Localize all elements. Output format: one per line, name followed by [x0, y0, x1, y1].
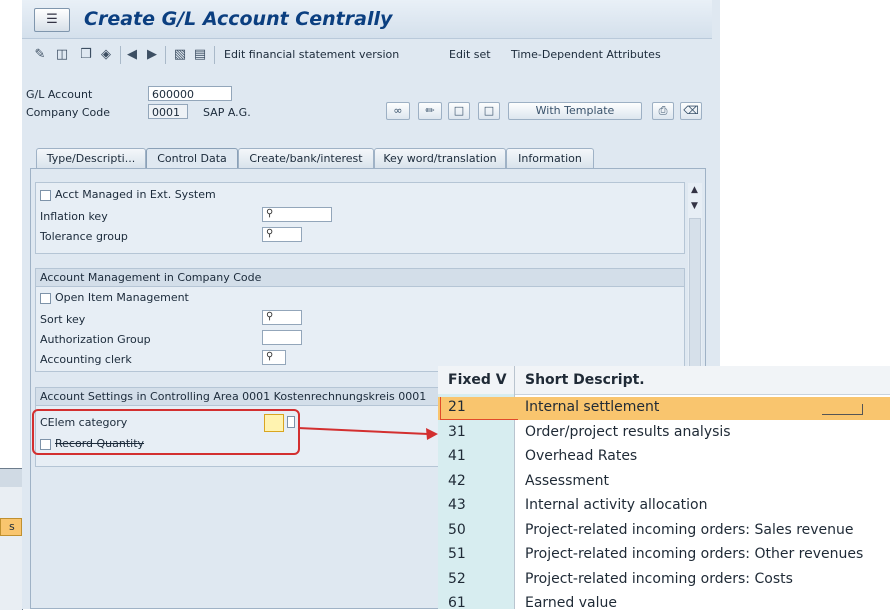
search-icon: ⚲ [266, 351, 274, 362]
pencil-icon[interactable]: ✏ [418, 102, 442, 120]
tolerance-group-label: Tolerance group [40, 230, 128, 243]
inflation-key-label: Inflation key [40, 210, 108, 223]
col-fixed-value-header[interactable]: Fixed V [448, 372, 507, 388]
gl-account-field[interactable]: 600000 [148, 86, 232, 101]
with-template-button[interactable]: With Template [508, 102, 642, 120]
value-code[interactable]: 50 [448, 522, 466, 538]
tab-control-data[interactable]: Control Data [146, 148, 238, 168]
background-window-fragment: s [0, 468, 23, 610]
copy-icon[interactable]: ❒ [78, 47, 94, 63]
value-description[interactable]: Project-related incoming orders: Costs [525, 571, 793, 587]
value-code[interactable]: 51 [448, 546, 466, 562]
tab-information[interactable]: Information [506, 148, 594, 168]
search-icon: ⚲ [266, 208, 274, 219]
acct-managed-checkbox[interactable] [40, 190, 51, 201]
menu-icon[interactable]: ☰ [34, 8, 70, 32]
vertical-scrollbar[interactable]: ▲ ▼ [688, 183, 702, 383]
open-item-label: Open Item Management [55, 291, 189, 304]
fragment-selected-row: s [0, 518, 22, 536]
page-title: Create G/L Account Centrally [84, 8, 393, 30]
tab-keyword-translation[interactable]: Key word/translation [374, 148, 506, 168]
acct-managed-label: Acct Managed in Ext. System [55, 188, 216, 201]
search-icon: ⚲ [266, 311, 274, 322]
value-description[interactable]: Project-related incoming orders: Sales r… [525, 522, 854, 538]
annotation-highlight-box [32, 409, 300, 455]
open-item-checkbox[interactable] [40, 293, 51, 304]
edit-fs-version-button[interactable]: Edit financial statement version [224, 48, 399, 61]
value-code[interactable]: 21 [448, 399, 466, 415]
value-code[interactable]: 31 [448, 424, 466, 440]
previous-icon[interactable]: ◀ [124, 47, 140, 63]
tab-type-description[interactable]: Type/Descripti... [36, 148, 146, 168]
next-icon[interactable]: ▶ [144, 47, 160, 63]
gl-account-label: G/L Account [26, 88, 93, 101]
sort-key-label: Sort key [40, 313, 86, 326]
value-description[interactable]: Assessment [525, 473, 609, 489]
value-description[interactable]: Internal activity allocation [525, 497, 707, 513]
scroll-down-icon[interactable]: ▼ [691, 201, 698, 211]
authorization-group-field[interactable] [262, 330, 302, 345]
trash-icon[interactable]: ⌫ [680, 102, 702, 120]
search-icon: ⚲ [266, 228, 274, 239]
other-object-icon[interactable]: ◫ [54, 47, 70, 63]
copy-document-icon[interactable]: □ [478, 102, 500, 120]
company-code-label: Company Code [26, 106, 110, 119]
document-icon[interactable]: ▤ [192, 47, 208, 63]
scroll-up-icon[interactable]: ▲ [691, 185, 698, 195]
value-description[interactable]: Overhead Rates [525, 448, 637, 464]
edit-set-button[interactable]: Edit set [449, 48, 491, 61]
col-short-description-header[interactable]: Short Descript. [525, 372, 645, 388]
print-icon[interactable]: ⎙ [652, 102, 674, 120]
scroll-thumb[interactable] [689, 218, 701, 378]
value-description[interactable]: Order/project results analysis [525, 424, 731, 440]
display-change-icon[interactable]: ✎ [32, 47, 48, 63]
time-dependent-attributes-button[interactable]: Time-Dependent Attributes [511, 48, 661, 61]
popup-resize-handle [822, 404, 863, 415]
application-toolbar: ✎ ◫ ❒ ◈ ◀ ▶ ▧ ▤ Edit financial statement… [22, 40, 712, 70]
company-name: SAP A.G. [203, 106, 251, 119]
annotation-arrow [297, 427, 438, 440]
tree-icon[interactable]: ▧ [172, 47, 188, 63]
compare-icon[interactable]: ◈ [98, 47, 114, 63]
value-code[interactable]: 41 [448, 448, 466, 464]
value-description[interactable]: Project-related incoming orders: Other r… [525, 546, 863, 562]
value-code[interactable]: 43 [448, 497, 466, 513]
account-management-header: Account Management in Company Code [36, 269, 684, 287]
value-code[interactable]: 42 [448, 473, 466, 489]
new-document-icon[interactable]: □ [448, 102, 470, 120]
accounting-clerk-label: Accounting clerk [40, 353, 132, 366]
tab-create-bank-interest[interactable]: Create/bank/interest [238, 148, 374, 168]
authorization-group-label: Authorization Group [40, 333, 151, 346]
value-code[interactable]: 52 [448, 571, 466, 587]
company-code-field[interactable]: 0001 [148, 104, 188, 119]
glasses-icon[interactable]: ∞ [386, 102, 410, 120]
value-description[interactable]: Internal settlement [525, 399, 659, 415]
group-account-management: Account Management in Company Code [35, 268, 685, 372]
